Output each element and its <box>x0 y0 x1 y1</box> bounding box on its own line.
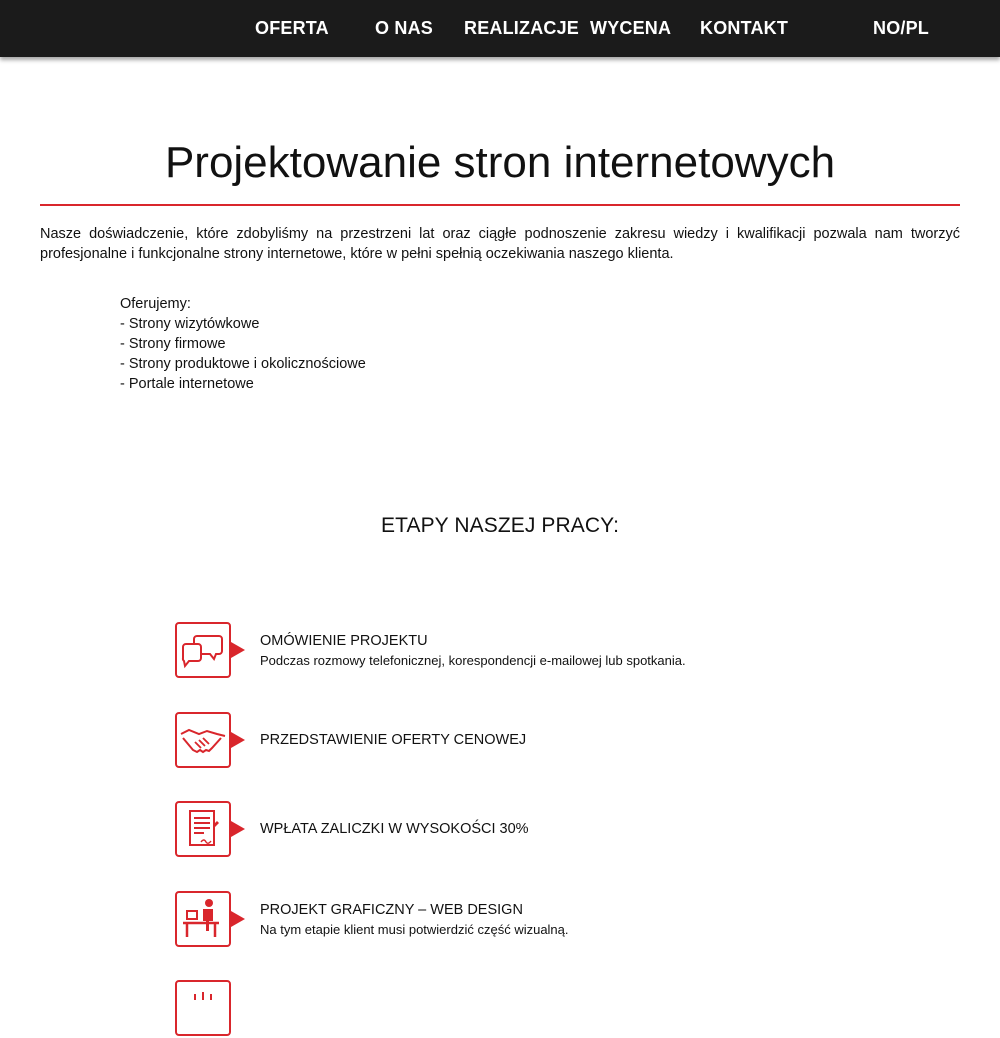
title-divider <box>40 204 960 206</box>
top-navigation-bar: OFERTA O NAS REALIZACJE WYCENA KONTAKT N… <box>0 0 1000 57</box>
step-pointer-icon <box>231 642 245 658</box>
designer-at-desk-icon <box>175 891 231 947</box>
offer-item-product-sites: - Strony produktowe i okolicznościowe <box>120 356 366 372</box>
step-pointer-icon <box>231 821 245 837</box>
step-pointer-icon <box>231 911 245 927</box>
step-title: WPŁATA ZALICZKI W WYSOKOŚCI 30% <box>260 821 529 837</box>
offer-item-internet-portals: - Portale internetowe <box>120 376 254 392</box>
speech-bubbles-icon <box>175 622 231 678</box>
nav-item-wycena[interactable]: WYCENA <box>590 18 671 39</box>
work-step-price-offer: PRZEDSTAWIENIE OFERTY CENOWEJ <box>175 712 875 770</box>
step-title: OMÓWIENIE PROJEKTU <box>260 633 428 649</box>
language-switcher[interactable]: NO/PL <box>873 18 929 39</box>
nav-item-kontakt[interactable]: KONTAKT <box>700 18 788 39</box>
signed-document-icon <box>175 801 231 857</box>
work-step-project-discussion: OMÓWIENIE PROJEKTU Podczas rozmowy telef… <box>175 622 875 680</box>
nav-item-realizacje[interactable]: REALIZACJE <box>464 18 579 39</box>
step-five-icon <box>175 980 231 1036</box>
intro-paragraph: Nasze doświadczenie, które zdobyliśmy na… <box>40 226 960 262</box>
work-step-graphic-design: PROJEKT GRAFICZNY – WEB DESIGN Na tym et… <box>175 891 875 949</box>
nav-item-oferta[interactable]: OFERTA <box>255 18 329 39</box>
step-pointer-icon <box>231 732 245 748</box>
work-stages-heading: ETAPY NASZEJ PRACY: <box>380 514 620 537</box>
work-step-five <box>175 980 875 1038</box>
nav-item-o-nas[interactable]: O NAS <box>375 18 433 39</box>
work-step-advance-payment: WPŁATA ZALICZKI W WYSOKOŚCI 30% <box>175 801 875 859</box>
offer-item-business-card-sites: - Strony wizytówkowe <box>120 316 260 332</box>
step-title: PROJEKT GRAFICZNY – WEB DESIGN <box>260 902 523 918</box>
handshake-icon <box>175 712 231 768</box>
offer-heading: Oferujemy: <box>120 296 191 312</box>
step-description: Na tym etapie klient musi potwierdzić cz… <box>260 922 569 937</box>
offer-list: Oferujemy: - Strony wizytówkowe - Strony… <box>120 294 366 394</box>
step-description: Podczas rozmowy telefonicznej, korespond… <box>260 653 686 668</box>
offer-item-company-sites: - Strony firmowe <box>120 336 226 352</box>
step-title: PRZEDSTAWIENIE OFERTY CENOWEJ <box>260 732 527 748</box>
page-title: Projektowanie stron internetowych <box>164 138 836 187</box>
